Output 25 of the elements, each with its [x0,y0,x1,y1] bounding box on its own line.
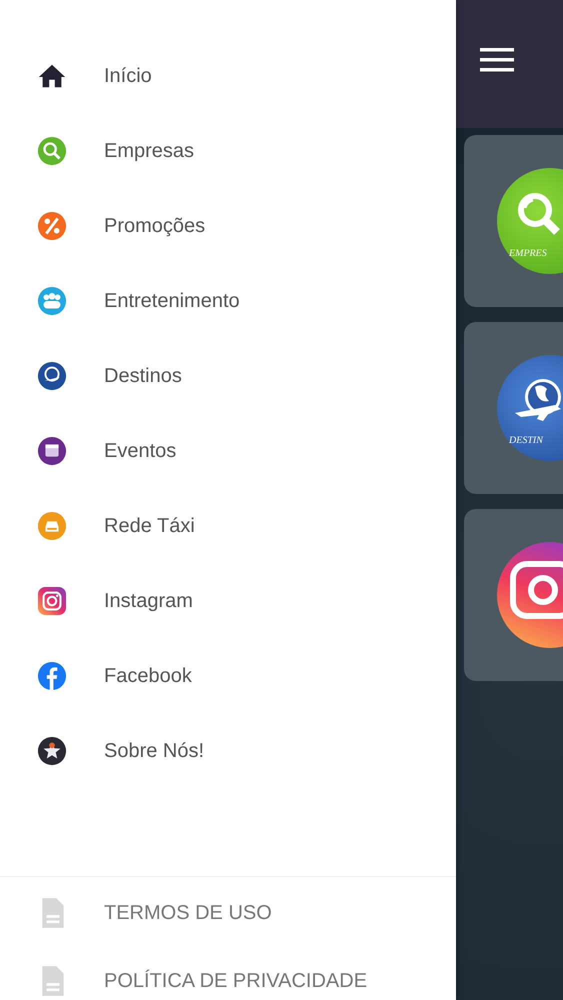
menu-item[interactable]: Destinos [0,358,456,433]
menu-item[interactable]: Rede Táxi [0,508,456,583]
facebook-icon [37,661,67,691]
menu-item[interactable]: Entretenimento [0,283,456,358]
document-icon [40,897,66,929]
menu-item[interactable]: Empresas [0,133,456,208]
category-logo: DESTIN [497,355,563,461]
menu-item[interactable]: Promoções [0,208,456,283]
document-icon [40,965,66,997]
people-icon [37,286,67,316]
menu-item[interactable]: POLÍTICA DE PRIVACIDADE [0,965,456,1000]
category-logo: EMPRES [497,168,563,274]
percent-icon [37,211,67,241]
category-tile[interactable]: DESTIN [464,322,563,494]
menu-item[interactable]: Facebook [0,658,456,733]
instagram-icon [37,586,67,616]
menu-item[interactable]: Instagram [0,583,456,658]
calendar-icon [37,436,67,466]
menu-icon[interactable] [480,48,514,72]
menu-item[interactable]: Início [0,58,456,133]
menu-item[interactable]: Sobre Nós! [0,733,456,808]
category-tile[interactable] [464,509,563,681]
menu-item[interactable]: Eventos [0,433,456,508]
menu-item[interactable]: TERMOS DE USO [0,897,456,965]
search-icon [37,136,67,166]
